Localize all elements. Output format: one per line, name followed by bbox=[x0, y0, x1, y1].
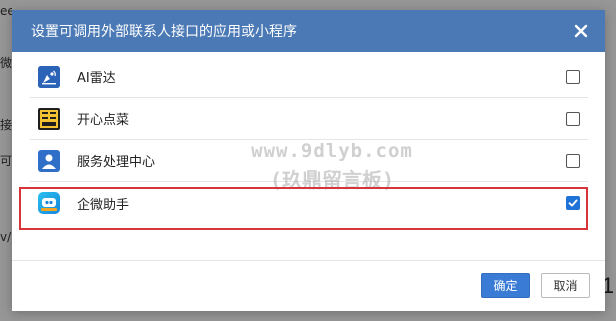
app-selection-dialog: 设置可调用外部联系人接口的应用或小程序 AI雷达 开心点菜 服务处理中心 企微助… bbox=[12, 10, 605, 311]
close-button[interactable] bbox=[571, 21, 591, 41]
app-name: 开心点菜 bbox=[77, 113, 130, 128]
menu-order-icon bbox=[38, 107, 60, 130]
close-icon bbox=[574, 24, 588, 38]
app-checkbox[interactable] bbox=[566, 196, 580, 210]
app-row-happy-order[interactable]: 开心点菜 bbox=[30, 98, 588, 140]
app-checkbox[interactable] bbox=[566, 69, 580, 84]
service-center-icon bbox=[38, 149, 60, 172]
checkmark-icon bbox=[568, 199, 578, 207]
app-row-wecom-assistant[interactable]: 企微助手 bbox=[30, 182, 588, 224]
app-name: AI雷达 bbox=[77, 71, 116, 86]
app-row-service-center[interactable]: 服务处理中心 bbox=[30, 140, 588, 182]
radar-icon bbox=[38, 65, 60, 88]
wecom-assistant-icon bbox=[38, 192, 60, 214]
app-row-ai-radar[interactable]: AI雷达 bbox=[30, 56, 588, 98]
app-checkbox[interactable] bbox=[566, 153, 580, 168]
dialog-header: 设置可调用外部联系人接口的应用或小程序 bbox=[12, 10, 605, 52]
app-checkbox[interactable] bbox=[566, 111, 580, 126]
dialog-footer: 确定 取消 bbox=[12, 260, 605, 311]
app-name: 企微助手 bbox=[77, 197, 130, 213]
app-list: AI雷达 开心点菜 服务处理中心 企微助手 bbox=[30, 56, 588, 224]
confirm-button[interactable]: 确定 bbox=[481, 273, 530, 298]
app-name: 服务处理中心 bbox=[77, 155, 156, 170]
cancel-button[interactable]: 取消 bbox=[541, 273, 590, 298]
dialog-title: 设置可调用外部联系人接口的应用或小程序 bbox=[31, 24, 297, 40]
